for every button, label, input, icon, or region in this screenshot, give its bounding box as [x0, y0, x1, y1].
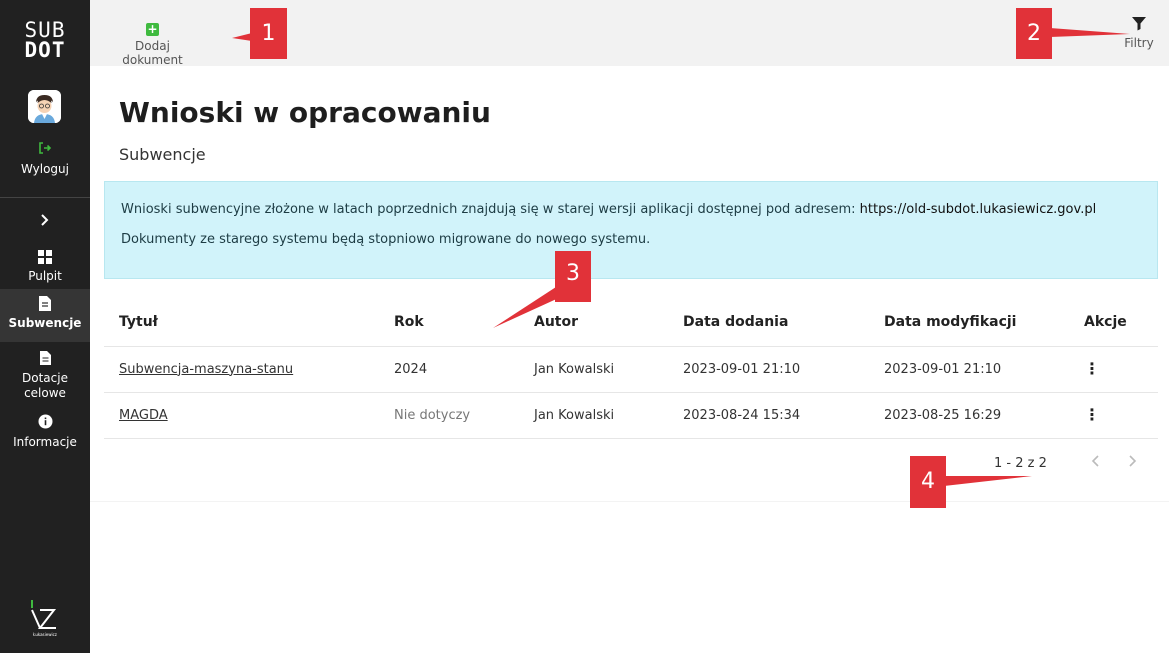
filter-icon — [1132, 17, 1146, 31]
column-header-year[interactable]: Rok — [379, 298, 519, 347]
sidebar-item-subwencje[interactable]: Subwencje — [0, 289, 90, 342]
table-header-row: Tytuł Rok Autor Data dodania Data modyfi… — [104, 298, 1158, 347]
sidebar-divider — [0, 197, 90, 198]
cell-year: Nie dotyczy — [379, 392, 519, 439]
cell-title: Subwencja-maszyna-stanu — [104, 346, 379, 393]
notice-text: Wnioski subwencyjne złożone w latach pop… — [121, 202, 856, 217]
column-header-date-added[interactable]: Data dodania — [668, 298, 869, 347]
cell-date-added: 2023-08-24 15:34 — [668, 392, 869, 439]
logout-label: Wyloguj — [21, 162, 69, 176]
main-content: Wnioski w opracowaniu Subwencje Wnioski … — [90, 66, 1169, 501]
document-icon — [0, 350, 90, 370]
column-header-title[interactable]: Tytuł — [104, 298, 379, 347]
chevron-right-icon — [1129, 455, 1137, 467]
filters-label: Filtry — [1124, 36, 1154, 50]
logo-line2: DOT — [24, 38, 66, 62]
annotation-callout-1: 1 — [250, 8, 287, 59]
cell-year: 2024 — [379, 346, 519, 393]
more-vertical-icon[interactable]: ⋮ — [1084, 360, 1100, 377]
notice-line2: Dokumenty ze starego systemu będą stopni… — [121, 232, 651, 247]
cell-title: MAGDA — [104, 392, 379, 439]
next-page-button[interactable] — [1122, 452, 1142, 473]
add-document-button[interactable]: + Dodaj dokument — [105, 18, 200, 68]
pagination-range: 1 - 2 z 2 — [994, 456, 1047, 471]
sidebar-item-pulpit[interactable]: Pulpit — [0, 248, 90, 286]
column-header-actions: Akcje — [1069, 298, 1158, 347]
document-link[interactable]: MAGDA — [119, 408, 168, 423]
avatar[interactable] — [28, 90, 61, 123]
cell-date-modified: 2023-09-01 21:10 — [869, 346, 1069, 393]
document-link[interactable]: Subwencja-maszyna-stanu — [119, 362, 293, 377]
expand-sidebar-button[interactable] — [0, 208, 90, 232]
content-footer-area — [90, 501, 1169, 653]
previous-page-button[interactable] — [1086, 452, 1106, 473]
sidebar-item-informacje[interactable]: Informacje — [0, 414, 90, 452]
cell-author: Jan Kowalski — [519, 392, 668, 439]
app-logo[interactable]: SUB DOT — [0, 18, 90, 62]
page-title: Wnioski w opracowaniu — [119, 96, 491, 129]
annotation-callout-4: 4 — [910, 456, 946, 508]
column-header-date-modified[interactable]: Data modyfikacji — [869, 298, 1069, 347]
add-document-label: Dodaj dokument — [122, 39, 183, 67]
documents-table: Tytuł Rok Autor Data dodania Data modyfi… — [104, 298, 1158, 439]
plus-icon: + — [146, 22, 159, 36]
more-vertical-icon[interactable]: ⋮ — [1084, 406, 1100, 423]
info-notice: Wnioski subwencyjne złożone w latach pop… — [104, 181, 1158, 279]
cell-actions: ⋮ — [1069, 346, 1158, 393]
logo-line1: SUB — [24, 18, 66, 42]
cell-date-modified: 2023-08-25 16:29 — [869, 392, 1069, 439]
lukasiewicz-logo-icon: Łukasiewicz — [31, 600, 57, 637]
annotation-callout-2: 2 — [1016, 8, 1052, 59]
info-icon — [0, 414, 90, 434]
cell-date-added: 2023-09-01 21:10 — [668, 346, 869, 393]
dashboard-icon — [0, 248, 90, 268]
column-header-author[interactable]: Autor — [519, 298, 668, 347]
annotation-callout-3: 3 — [555, 251, 591, 302]
sidebar-item-dotacje-celowe[interactable]: Dotacje celowe — [0, 350, 90, 402]
sidebar: SUB DOT Wyloguj Pulpit Subwencje Dotacje… — [0, 0, 90, 653]
filters-button[interactable]: Filtry — [1119, 16, 1159, 50]
document-icon — [0, 295, 90, 315]
sidebar-item-label: celowe — [24, 386, 66, 400]
cell-actions: ⋮ — [1069, 392, 1158, 439]
table-row: MAGDA Nie dotyczy Jan Kowalski 2023-08-2… — [104, 392, 1158, 439]
avatar-icon — [28, 90, 61, 123]
logout-icon — [0, 140, 90, 158]
brand-text: Łukasiewicz — [32, 632, 57, 637]
chevron-left-icon — [1091, 455, 1099, 467]
lukasiewicz-logo: Łukasiewicz — [28, 598, 62, 638]
notice-line1: Wnioski subwencyjne złożone w latach pop… — [121, 202, 1141, 218]
sidebar-item-label: Dotacje — [22, 371, 68, 385]
sidebar-item-label: Pulpit — [28, 269, 62, 283]
cell-author: Jan Kowalski — [519, 346, 668, 393]
page-subtitle: Subwencje — [119, 145, 206, 164]
sidebar-item-label: Informacje — [13, 435, 77, 449]
chevron-right-icon — [41, 214, 49, 226]
logout-button[interactable]: Wyloguj — [0, 140, 90, 177]
table-row: Subwencja-maszyna-stanu 2024 Jan Kowalsk… — [104, 346, 1158, 393]
notice-url: https://old-subdot.lukasiewicz.gov.pl — [859, 202, 1097, 217]
sidebar-item-label: Subwencje — [8, 316, 82, 330]
